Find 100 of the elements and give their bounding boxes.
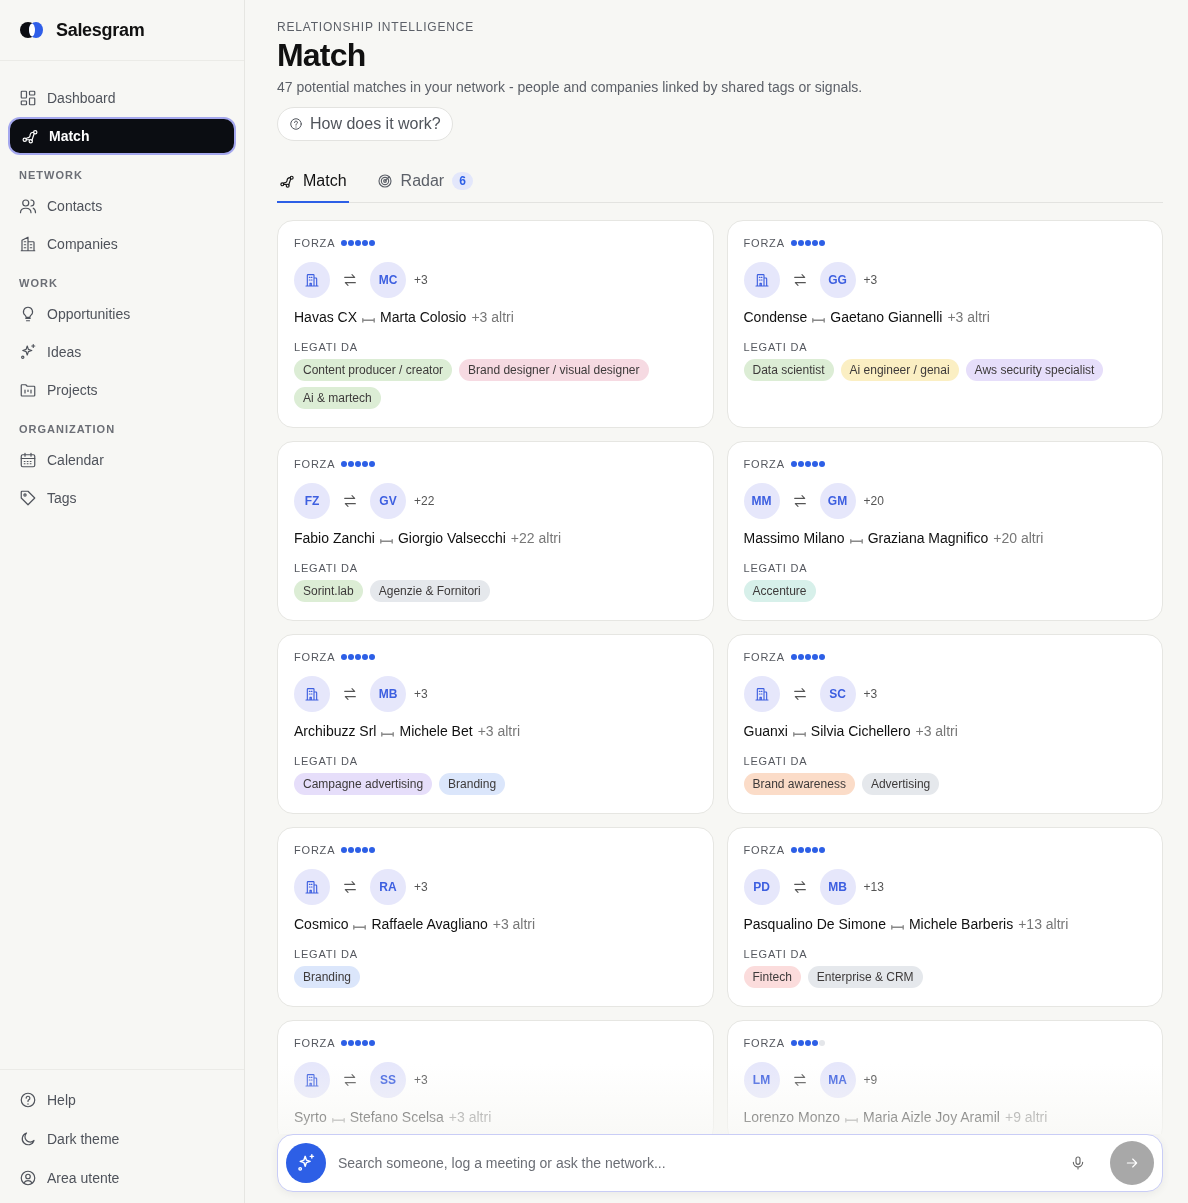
tag[interactable]: Branding	[294, 966, 361, 989]
link-arrow-icon	[381, 729, 395, 737]
tag[interactable]: Fintech	[743, 966, 801, 989]
match-card[interactable]: FORZA MM GM +20 Massimo Milano Graziana Magnifico +20 altri LEGATI DA Accenture	[726, 441, 1163, 622]
nav-item[interactable]: Match	[8, 117, 236, 155]
more-count: +3 altri	[492, 916, 536, 933]
person-avatar: SS	[370, 1062, 406, 1099]
help-button[interactable]: How does it work?	[277, 107, 453, 142]
nav-item[interactable]: Contacts	[8, 187, 236, 225]
footer-item[interactable]: Area utente	[8, 1158, 236, 1197]
nav-item[interactable]: Calendar	[8, 441, 236, 479]
nav-item[interactable]: Projects	[8, 371, 236, 409]
link-arrow-icon	[331, 1115, 345, 1123]
strength-label: FORZA	[294, 1037, 336, 1050]
person-avatar: MC	[370, 262, 406, 299]
linked-label: LEGATI DA	[743, 341, 809, 354]
match-card[interactable]: FORZA SC +3 Guanxi Silvia Cichellero +3 altri LEGATI DA Brand awareness Advertising	[726, 634, 1163, 815]
tag[interactable]: Ai & martech	[294, 387, 381, 410]
tag[interactable]: Campagne advertising	[294, 773, 433, 796]
match-card[interactable]: FORZA MC +3 Havas CX Marta Colosio +3 altri LEGATI DA Content producer / creator Brand designer / visual designer Ai & martech	[277, 220, 714, 429]
from-name: Condense	[743, 309, 808, 326]
person-avatar: MB	[370, 676, 406, 713]
nav-icon	[19, 489, 37, 507]
link-arrow-icon	[379, 536, 393, 544]
nav-item[interactable]: Ideas	[8, 333, 236, 371]
nav-item[interactable]: Tags	[8, 479, 236, 517]
eyebrow: RELATIONSHIP INTELLIGENCE	[277, 20, 475, 34]
from-name: Cosmico	[294, 916, 349, 933]
from-name: Pasqualino De Simone	[743, 916, 886, 933]
strength-label: FORZA	[743, 1037, 785, 1050]
nav-item[interactable]: Opportunities	[8, 295, 236, 333]
extra-count: +22	[414, 494, 435, 509]
linked-label: LEGATI DA	[294, 562, 359, 575]
from-name: Fabio Zanchi	[294, 530, 375, 547]
nav-item[interactable]: Dashboard	[8, 79, 236, 117]
match-card[interactable]: FORZA LM MA +9 Lorenzo Monzo Maria Aizle Joy Aramil +9 altri	[726, 1020, 1163, 1134]
person-avatar: LM	[743, 1062, 780, 1099]
to-name: Michele Bet	[399, 723, 473, 740]
ai-button[interactable]	[286, 1143, 326, 1183]
link-arrow-icon	[845, 1115, 858, 1123]
more-count: +3 altri	[448, 1109, 492, 1126]
tag[interactable]: Accenture	[743, 580, 816, 603]
strength-label: FORZA	[743, 237, 785, 250]
tag[interactable]: Enterprise & CRM	[807, 966, 923, 989]
strength-label: FORZA	[294, 844, 336, 857]
linked-label: LEGATI DA	[743, 562, 809, 575]
section-title: WORK	[18, 276, 59, 291]
match-card[interactable]: FORZA GG +3 Condense Gaetano Giannelli +3 altri LEGATI DA Data scientist Ai engineer / genai Aws security specialist	[726, 220, 1163, 429]
linked-label: LEGATI DA	[743, 948, 809, 961]
from-name: Lorenzo Monzo	[743, 1109, 840, 1126]
extra-count: +3	[414, 273, 428, 288]
extra-count: +3	[863, 687, 878, 702]
strength-label: FORZA	[743, 458, 785, 471]
footer-item[interactable]: Help	[8, 1080, 236, 1119]
extra-count: +3	[414, 1073, 428, 1088]
tag[interactable]: Sorint.lab	[294, 580, 363, 603]
nav-item[interactable]: Companies	[8, 225, 236, 263]
tag[interactable]: Aws security specialist	[965, 359, 1104, 382]
person-avatar: MM	[743, 483, 780, 520]
footer-item[interactable]: Dark theme	[8, 1119, 236, 1158]
linked-label: LEGATI DA	[294, 341, 359, 354]
tag[interactable]: Data scientist	[743, 359, 834, 382]
match-card[interactable]: FORZA PD MB +13 Pasqualino De Simone Michele Barberis +13 altri LEGATI DA Fintech Enterprise & CRM	[726, 827, 1163, 1008]
tag[interactable]: Brand designer / visual designer	[459, 359, 649, 382]
strength-label: FORZA	[743, 844, 785, 857]
footer-icon	[19, 1129, 37, 1148]
to-name: Marta Colosio	[380, 309, 467, 326]
tag[interactable]: Content producer / creator	[294, 359, 453, 382]
person-avatar: FZ	[294, 483, 330, 520]
match-card[interactable]: FORZA RA +3 Cosmico Raffaele Avagliano +3 altri LEGATI DA Branding	[277, 827, 714, 1008]
to-name: Michele Barberis	[908, 916, 1014, 933]
tag[interactable]: Branding	[439, 773, 506, 796]
match-card[interactable]: FORZA MB +3 Archibuzz Srl Michele Bet +3 altri LEGATI DA Campagne advertising Branding	[277, 634, 714, 815]
company-avatar	[294, 262, 330, 299]
page-subtitle: 47 potential matches in your network - people and companies linked by shared tags or signals.	[277, 79, 864, 96]
match-card[interactable]: FORZA FZ GV +22 Fabio Zanchi Giorgio Valsecchi +22 altri LEGATI DA Sorint.lab Agenzie & Fornitori	[277, 441, 714, 622]
person-avatar: GV	[370, 483, 406, 520]
help-icon	[289, 117, 303, 132]
tab[interactable]: Radar 6	[374, 161, 475, 204]
match-card[interactable]: FORZA SS +3 Syrto Stefano Scelsa +3 altri	[277, 1020, 714, 1134]
tag[interactable]: Brand awareness	[743, 773, 855, 796]
extra-count: +3	[414, 880, 428, 895]
person-avatar: SC	[819, 676, 856, 713]
more-count: +22 altri	[510, 530, 562, 547]
tag[interactable]: Ai engineer / genai	[840, 359, 959, 382]
strength-label: FORZA	[294, 651, 336, 664]
tag[interactable]: Advertising	[861, 773, 940, 796]
to-name: Stefano Scelsa	[349, 1109, 444, 1126]
microphone-icon[interactable]	[1070, 1155, 1086, 1171]
radar-icon	[376, 173, 393, 190]
from-name: Havas CX	[294, 309, 358, 326]
tag[interactable]: Agenzie & Fornitori	[369, 580, 490, 603]
more-count: +3 altri	[477, 723, 521, 740]
link-arrow-icon	[890, 922, 904, 930]
company-avatar	[743, 262, 780, 299]
search-bar[interactable]: Search someone, log a meeting or ask the network...	[277, 1134, 1163, 1192]
search-field[interactable]: Search someone, log a meeting or ask the network...	[336, 1154, 1060, 1172]
strength-label: FORZA	[294, 458, 336, 471]
tab[interactable]: Match	[277, 161, 349, 204]
link-arrow-icon	[362, 315, 376, 323]
